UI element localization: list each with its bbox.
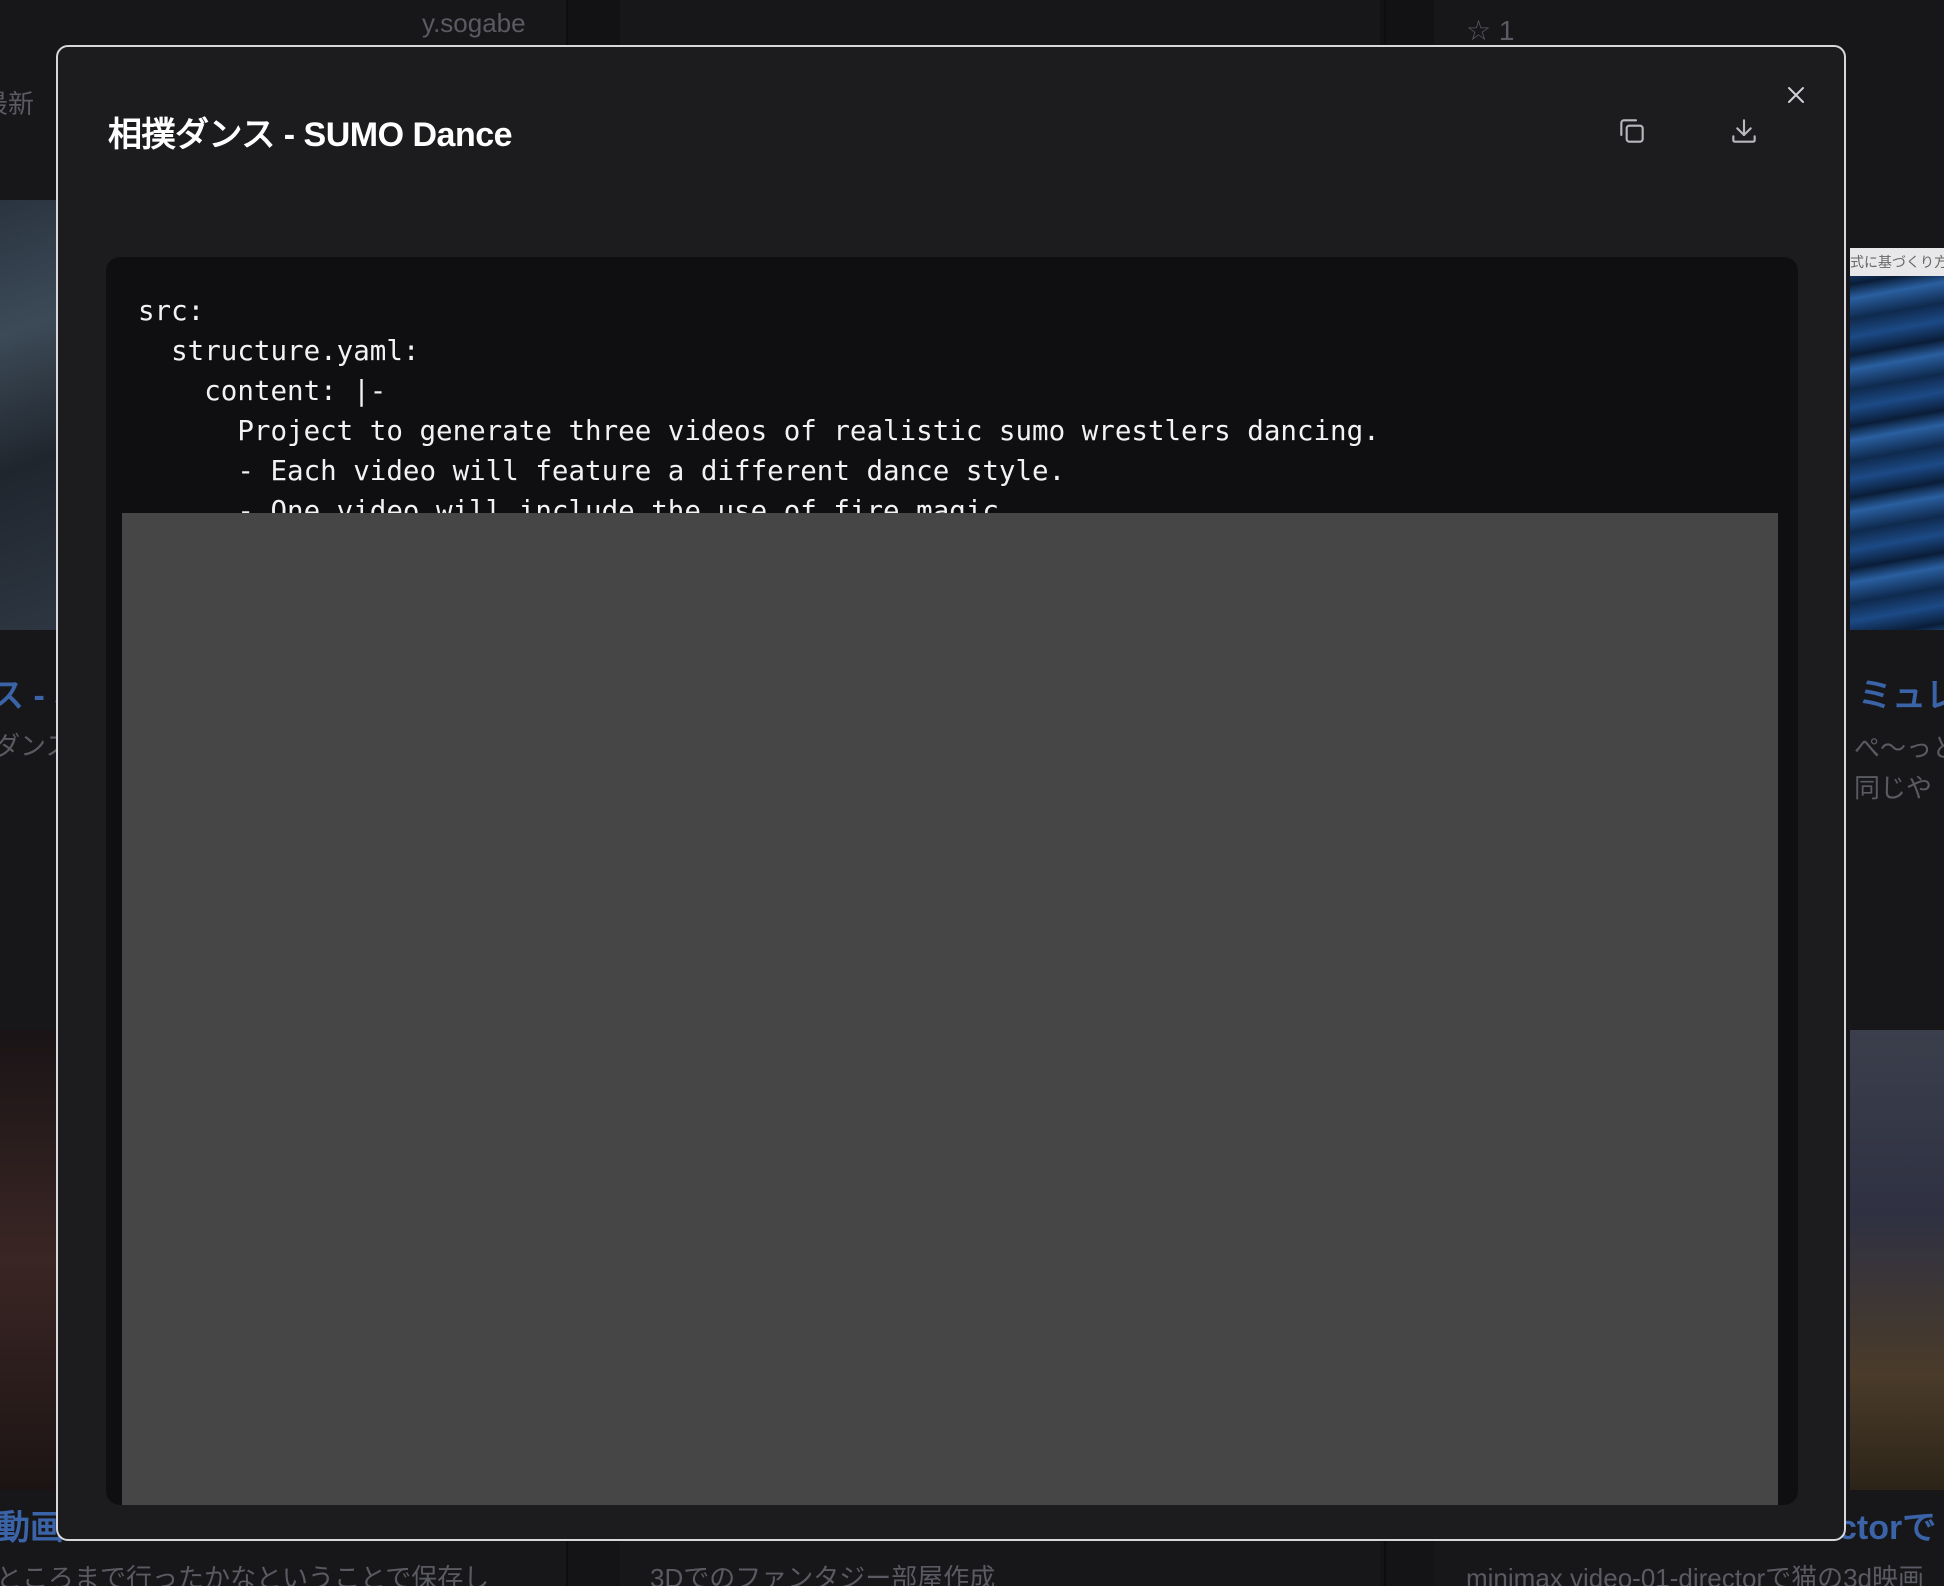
star-rating: ☆ 1 (1466, 14, 1514, 47)
copy-button[interactable] (1608, 107, 1656, 155)
copy-icon (1620, 119, 1644, 143)
author-name: y.sogabe (422, 8, 526, 38)
card-description: ところまで行ったかなということで保存し (0, 1563, 490, 1586)
card-title: ミュレ (1858, 677, 1944, 715)
card-description: minimax video-01-directorで猫の3d映画 (1466, 1563, 1925, 1586)
thumbnail-caption: 式に基づくり方 (1850, 248, 1944, 276)
content-overlay (122, 513, 1778, 1505)
close-button[interactable] (1776, 75, 1816, 115)
card-description: ぺ〜っと (1854, 733, 1944, 763)
modal-title: 相撲ダンス - SUMO Dance (108, 116, 513, 154)
card-title: 動画 (0, 1509, 64, 1547)
code-block: src: structure.yaml: content: |- Project… (138, 291, 1380, 531)
card-title: ctorで (1838, 1509, 1937, 1547)
background-thumbnail: 式に基づくり方 (1850, 248, 1944, 630)
star-count: 1 (1498, 15, 1515, 46)
code-line: structure.yaml: (138, 335, 420, 367)
star-icon: ☆ (1466, 15, 1492, 46)
code-line: content: |- (138, 375, 387, 407)
card-description: 同じや (1854, 773, 1933, 803)
background-thumbnail (1850, 1030, 1944, 1490)
code-line: Project to generate three videos of real… (138, 415, 1380, 447)
code-line: - Each video will feature a different da… (138, 455, 1066, 487)
code-line: src: (138, 295, 205, 327)
close-icon (1788, 87, 1804, 103)
code-preview-panel[interactable]: src: structure.yaml: content: |- Project… (106, 257, 1798, 1505)
sort-label: 最新 (0, 89, 35, 119)
download-icon (1732, 119, 1756, 143)
download-button[interactable] (1720, 107, 1768, 155)
file-preview-modal: 相撲ダンス - SUMO Dance src: structure.yaml: … (56, 45, 1846, 1541)
card-description: 3Dでのファンタジー部屋作成 (650, 1563, 996, 1586)
